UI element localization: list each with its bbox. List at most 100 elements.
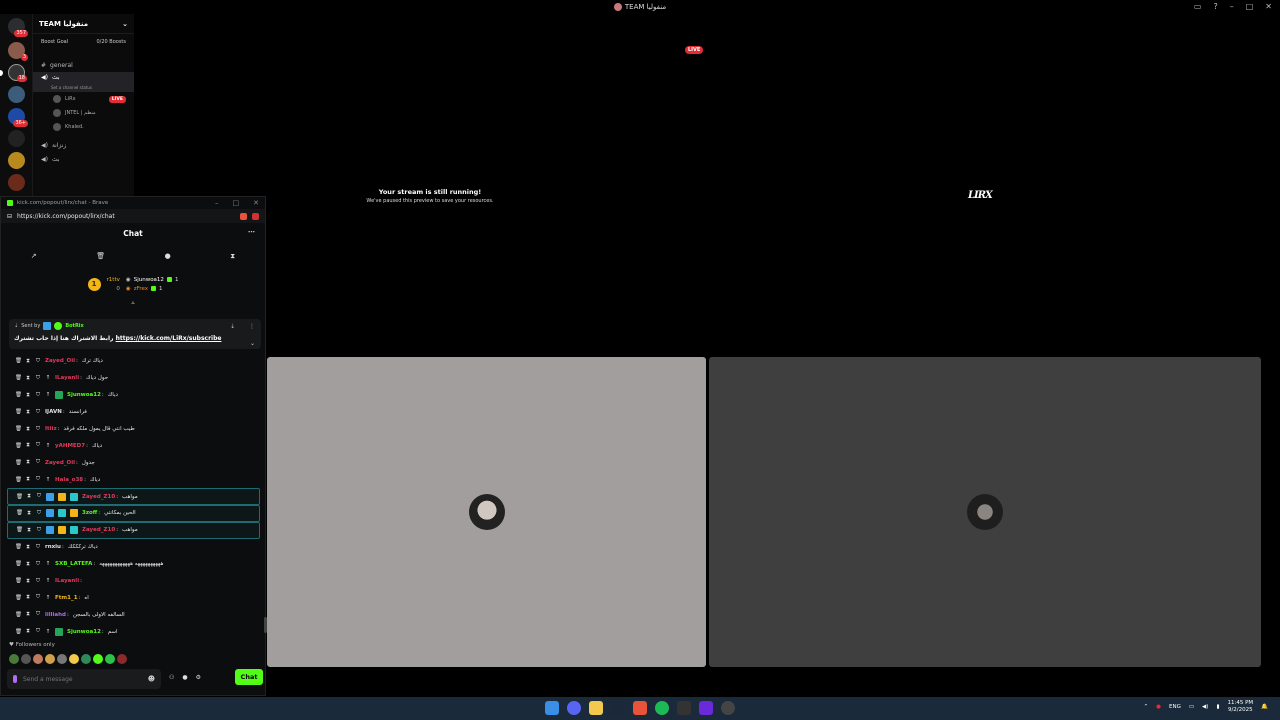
trash-icon[interactable]: 🗑 [16, 527, 23, 533]
server-icon[interactable]: 3 [8, 42, 28, 61]
username[interactable]: Sjunwoa12 [67, 629, 101, 635]
username[interactable]: lilliahd [45, 612, 66, 618]
emote-icon[interactable] [81, 654, 91, 664]
emoji-icon[interactable]: ☻ [148, 675, 155, 683]
chat-message[interactable]: 🗑 ⧗ ⛉ rnxiu: دياك تركككك [1, 539, 265, 556]
chevron-down-icon[interactable]: ⌄ [250, 340, 255, 347]
minimize-button[interactable]: – [1230, 2, 1234, 11]
emote-icon[interactable] [9, 654, 19, 664]
shield-icon[interactable]: ⛉ [35, 459, 41, 466]
chat-message[interactable]: 🗑 ⧗ ⛉ Zayed_Z10: مواهب [7, 521, 260, 539]
trash-icon[interactable]: 🗑 [15, 358, 22, 364]
shield-icon[interactable]: ⛉ [35, 561, 41, 568]
trash-icon[interactable]: 🗑 [15, 460, 22, 466]
shield-icon[interactable]: ⛉ [35, 358, 41, 365]
chat-message[interactable]: 🗑 ⧗ ⛉ ↑ Sjunwoa12: دياك [1, 387, 265, 404]
username[interactable]: rnxiu [45, 544, 61, 550]
notification-icon[interactable]: 🔔 [1261, 704, 1268, 710]
username[interactable]: Ftm1_1 [55, 595, 78, 601]
windows-start-icon[interactable] [545, 701, 559, 715]
shield-icon[interactable]: ⛉ [35, 578, 41, 585]
app-icon[interactable] [721, 701, 735, 715]
server-header[interactable]: TEAM منفوليا ⌄ [33, 14, 134, 34]
chat-message[interactable]: 🗑 ⧗ ⛉ ↑ Hala_o38: دياك [1, 471, 265, 488]
brave-icon[interactable] [633, 701, 647, 715]
chat-message[interactable]: 🗑 ⧗ ⛉ IJAVN: فرانسند [1, 404, 265, 421]
subscribe-link[interactable]: https://kick.com/LiRx/subscribe [116, 335, 222, 342]
hourglass-icon[interactable]: ⧗ [26, 493, 32, 500]
chat-message[interactable]: 🗑 ⧗ ⛉ lilliahd: السالفه الاولى بالسجن [1, 606, 265, 623]
trash-icon[interactable]: 🗑 [15, 443, 22, 449]
hourglass-icon[interactable]: ⧗ [25, 426, 31, 433]
hourglass-icon[interactable]: ⧗ [25, 628, 31, 635]
username[interactable]: Itiiz [45, 426, 57, 432]
battery-icon[interactable]: ▮ [1216, 704, 1219, 710]
app-icon[interactable] [699, 701, 713, 715]
close-button[interactable]: ✕ [1265, 2, 1272, 11]
spotify-icon[interactable] [655, 701, 669, 715]
voice-user[interactable]: Khaled. [33, 120, 134, 134]
chat-message[interactable]: 🗑 ⧗ ⛉ ↑ Ftm1_1: اه [1, 589, 265, 606]
participant-tile[interactable] [267, 357, 706, 667]
more-icon[interactable]: ⋮ [249, 323, 255, 330]
help-icon[interactable]: ? [1213, 2, 1217, 11]
username[interactable]: Hala_o38 [55, 477, 83, 483]
steam-icon[interactable] [611, 701, 625, 715]
voice-channel[interactable]: ◀) زنزانة [33, 138, 134, 152]
shield-icon[interactable]: ⛉ [35, 611, 41, 618]
trash-icon[interactable]: 🗑 [16, 494, 23, 500]
boost-goal[interactable]: Boost Goal 0/20 Boosts [33, 34, 134, 50]
server-icon[interactable] [8, 86, 25, 103]
message-input[interactable] [23, 675, 142, 683]
scrollbar[interactable] [264, 617, 267, 633]
maximize-button[interactable]: □ [1246, 2, 1254, 11]
trash-tool-icon[interactable]: 🗑 [96, 252, 105, 260]
hourglass-icon[interactable]: ⧗ [25, 594, 31, 601]
username[interactable]: Zayed_Oil [45, 358, 75, 364]
emote-icon[interactable] [57, 654, 67, 664]
folder-icon[interactable] [589, 701, 603, 715]
username[interactable]: 3zoff [82, 510, 97, 516]
username[interactable]: Zayed_Z10 [82, 494, 115, 500]
chat-message[interactable]: 🗑 ⧗ ⛉ ↑ yAHMED7: دياك [1, 437, 265, 454]
hourglass-icon[interactable]: ⧗ [25, 392, 31, 399]
emote-icon[interactable] [21, 654, 31, 664]
hourglass-icon[interactable]: ⧗ [25, 409, 31, 416]
shield-icon[interactable]: ⛉ [35, 409, 41, 416]
hourglass-icon[interactable]: ⧗ [25, 476, 31, 483]
hourglass-icon[interactable]: ⧗ [25, 459, 31, 466]
hourglass-icon[interactable]: ⧗ [26, 510, 32, 517]
voice-user[interactable]: JNTEL | منظم [33, 106, 134, 120]
trash-icon[interactable]: 🗑 [15, 544, 22, 550]
trash-icon[interactable]: 🗑 [15, 426, 22, 432]
hourglass-icon[interactable]: ⧗ [25, 358, 31, 365]
voice-channel[interactable]: ◀) بث [33, 152, 134, 166]
shield-icon[interactable]: ⛉ [35, 392, 41, 399]
server-icon[interactable]: 36+ [8, 108, 28, 127]
server-icon[interactable] [8, 152, 25, 169]
trash-icon[interactable]: 🗑 [15, 595, 22, 601]
shield-icon[interactable]: ⛉ [36, 493, 42, 500]
chat-message[interactable]: 🗑 ⧗ ⛉ ↑ SXB_LATEFA: ههههههههههه ههههههههههههه [1, 556, 265, 573]
hourglass-icon[interactable]: ⧗ [25, 611, 31, 618]
username[interactable]: ILayanli [55, 578, 79, 584]
clock[interactable]: 11:45 PM 9/2/2025 [1227, 700, 1253, 714]
username[interactable]: Zayed_Oil [45, 460, 75, 466]
emote-icon[interactable] [69, 654, 79, 664]
users-icon[interactable]: ⚇ [169, 674, 174, 681]
shield-icon[interactable]: ⛉ [36, 510, 42, 517]
trash-icon[interactable]: 🗑 [15, 578, 22, 584]
shield-icon[interactable]: ⛉ [35, 426, 41, 433]
hourglass-icon[interactable]: ⧗ [25, 561, 31, 568]
username[interactable]: ILayanli [55, 375, 79, 381]
chat-message[interactable]: 🗑 ⧗ ⛉ ↑ Sjunwoa12: اسم [1, 623, 265, 639]
more-icon[interactable]: ⋯ [248, 228, 255, 236]
send-chat-button[interactable]: Chat [235, 669, 263, 685]
inbox-icon[interactable]: ▭ [1194, 2, 1202, 11]
username[interactable]: SXB_LATEFA [55, 561, 92, 567]
shield-icon[interactable]: ⛉ [35, 476, 41, 483]
mic-icon[interactable]: ● [1156, 704, 1161, 710]
discord-icon[interactable] [567, 701, 581, 715]
server-icon[interactable] [8, 174, 25, 191]
close-button[interactable]: ✕ [253, 199, 259, 207]
